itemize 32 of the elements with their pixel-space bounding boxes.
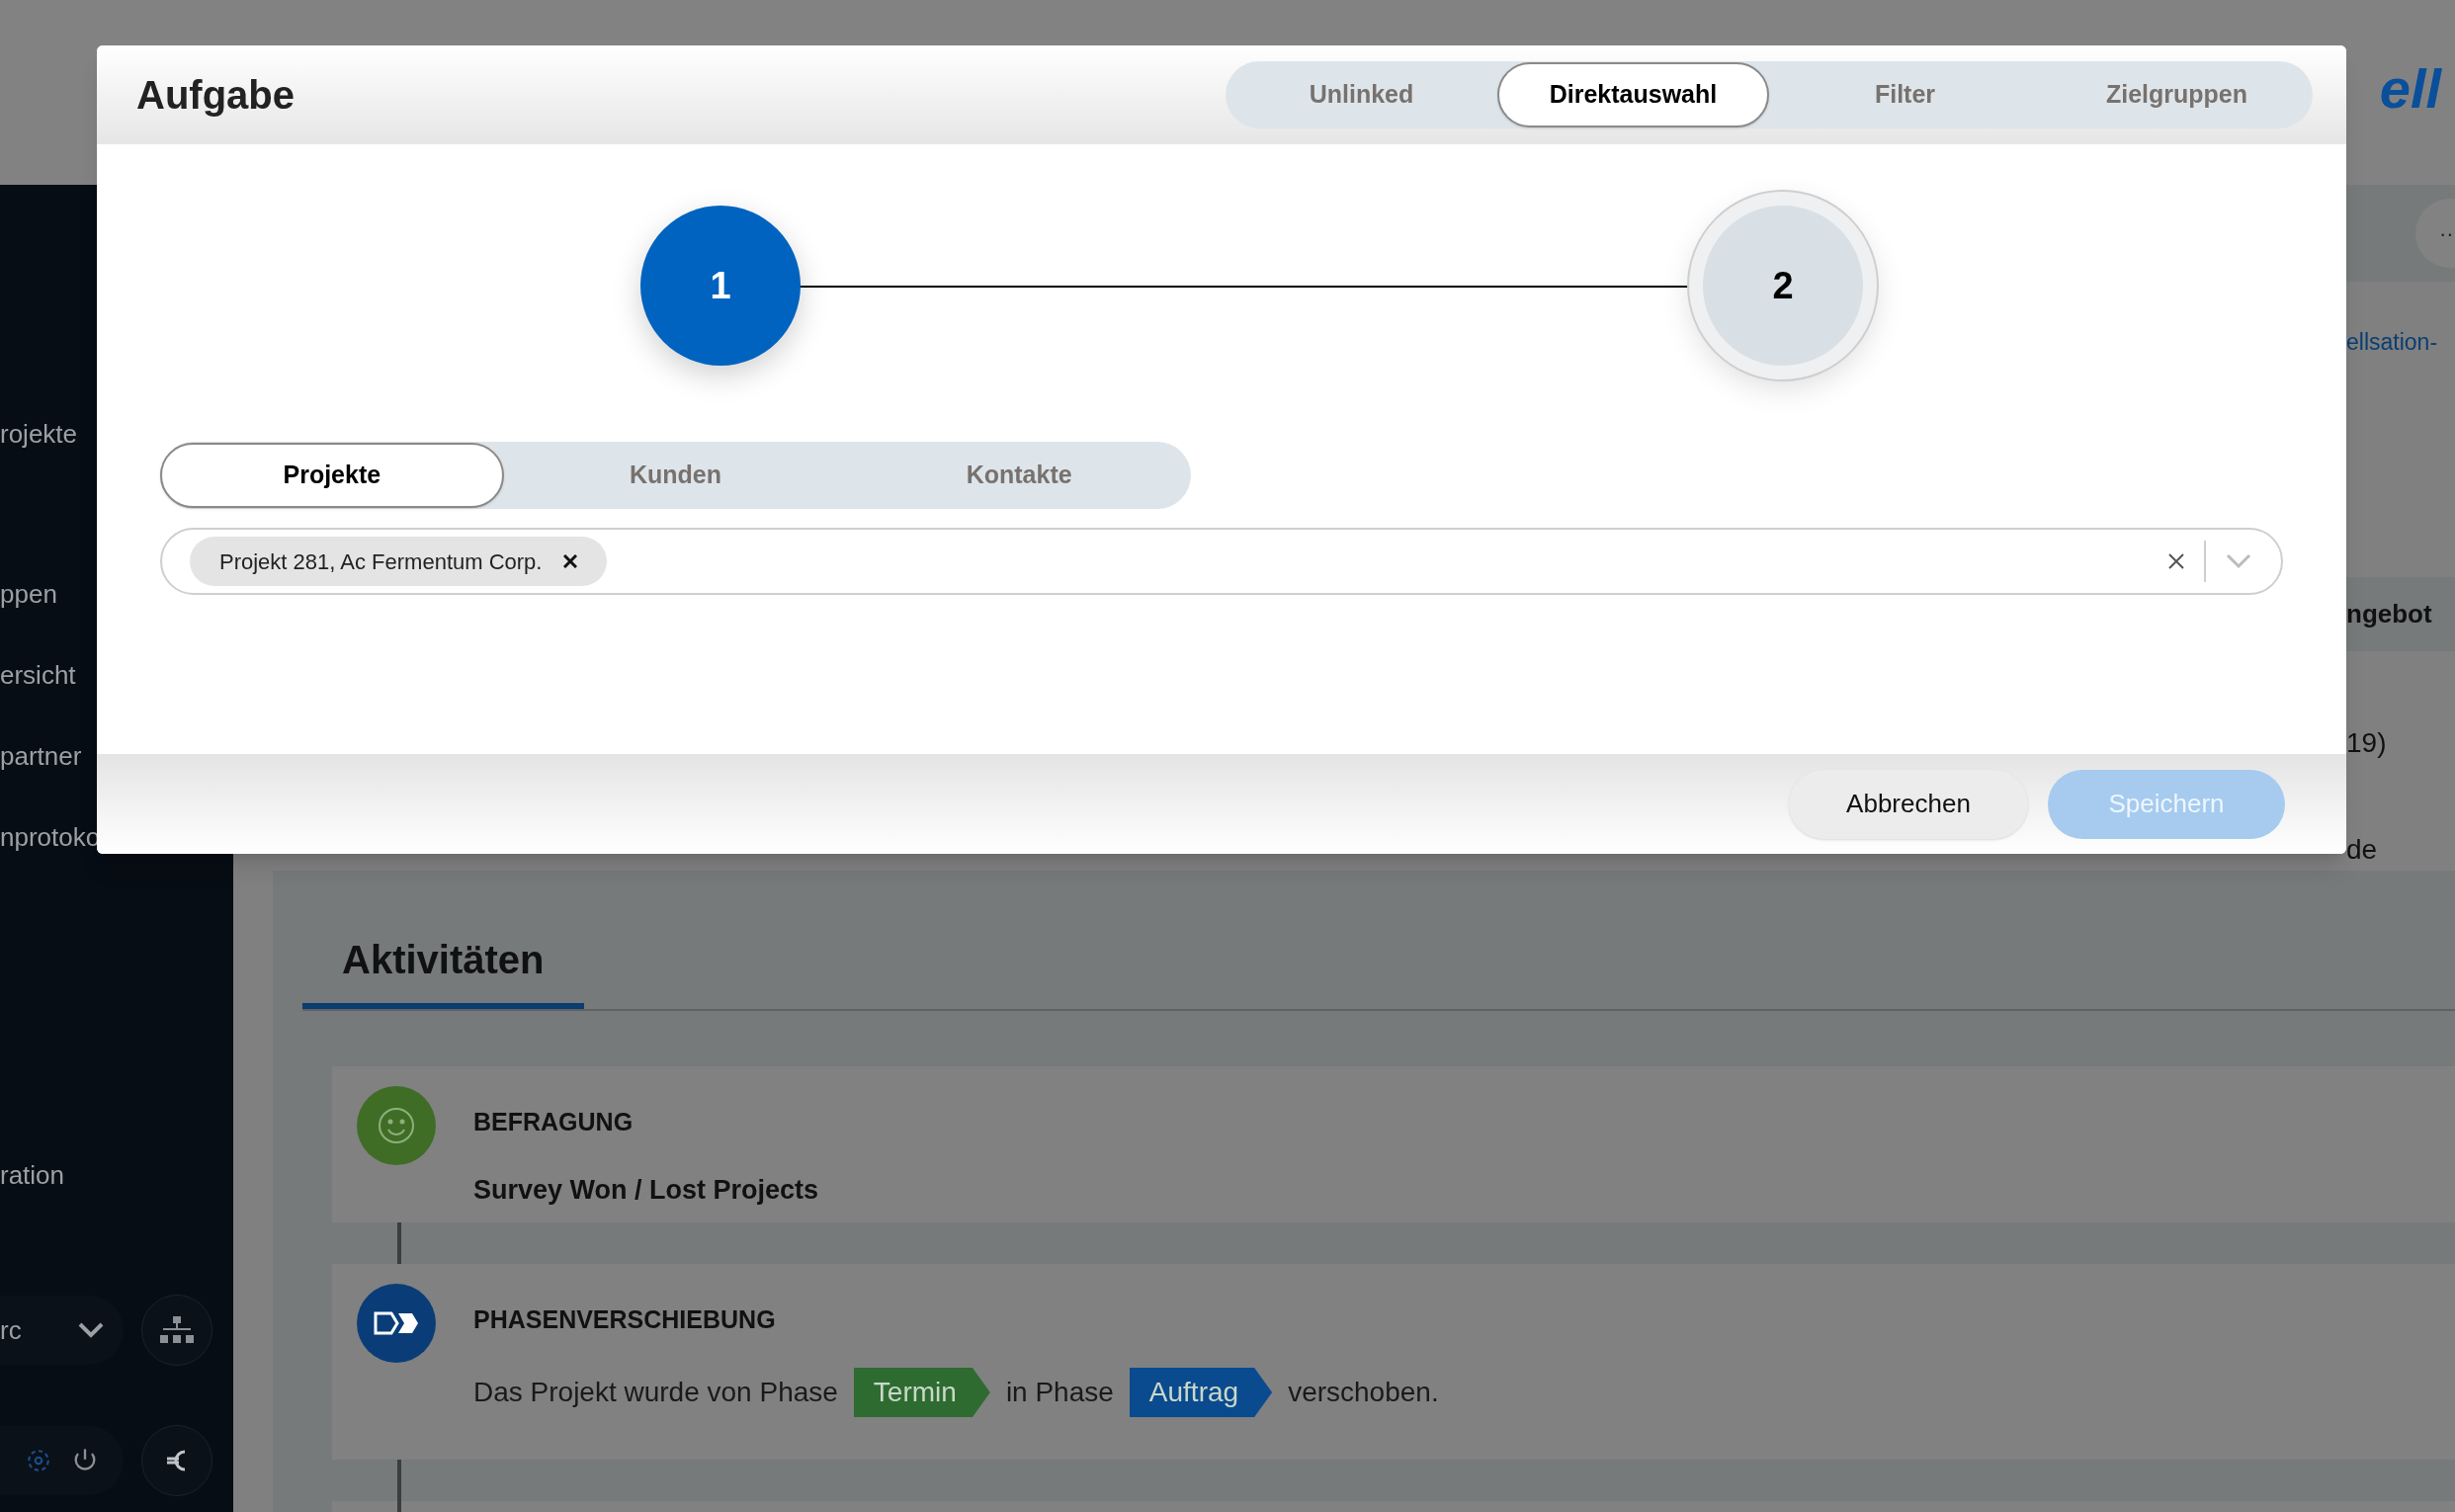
tab[interactable]: Kontakte [847, 443, 1191, 508]
phase-tag: Auftrag [1129, 1368, 1273, 1417]
activities-tab[interactable]: Aktivitäten [302, 929, 584, 1009]
remove-icon[interactable] [563, 554, 578, 568]
hierarchy-icon [160, 1316, 194, 1344]
tab[interactable]: Direktauswahl [1497, 62, 1769, 127]
info-text: 19) [2346, 725, 2388, 760]
tab[interactable]: Zielgruppen [2041, 62, 2313, 127]
tab[interactable]: Projekte [160, 443, 504, 508]
tab[interactable]: Unlinked [1226, 62, 1497, 127]
sidebar-item[interactable]: ration [0, 1159, 233, 1191]
tab[interactable]: Kunden [503, 443, 848, 508]
chevron-down-icon [78, 1322, 104, 1338]
chip-label: Projekt 281, Ac Fermentum Corp. [219, 547, 543, 576]
activity-heading: PHASENVERSCHIEBUNG [473, 1303, 777, 1335]
info-text: de [2346, 832, 2379, 867]
activity-text: verschoben. [1288, 1376, 1439, 1409]
activity-title: Survey Won / Lost Projects [473, 1174, 819, 1207]
section-label: ngebot [2346, 597, 2432, 630]
activity-heading: BEFRAGUNG [473, 1106, 635, 1137]
more-button[interactable]: ··· [2415, 199, 2455, 268]
clear-icon[interactable] [2168, 553, 2184, 569]
breadcrumb-link[interactable]: ellsation- [2346, 325, 2455, 360]
activity-text: in Phase [1005, 1376, 1114, 1409]
account-select[interactable]: rc [0, 1296, 124, 1365]
logo: ell [2379, 61, 2443, 117]
dialog-title: Aufgabe [136, 72, 295, 119]
selection-field[interactable]: Projekt 281, Ac Fermentum Corp. [160, 528, 2283, 595]
tab[interactable]: Filter [1769, 62, 2041, 127]
cancel-button[interactable]: Abbrechen [1789, 769, 2028, 839]
phase-tag: Termin [853, 1368, 990, 1417]
activity-text: Das Projekt wurde von Phase [473, 1376, 838, 1409]
